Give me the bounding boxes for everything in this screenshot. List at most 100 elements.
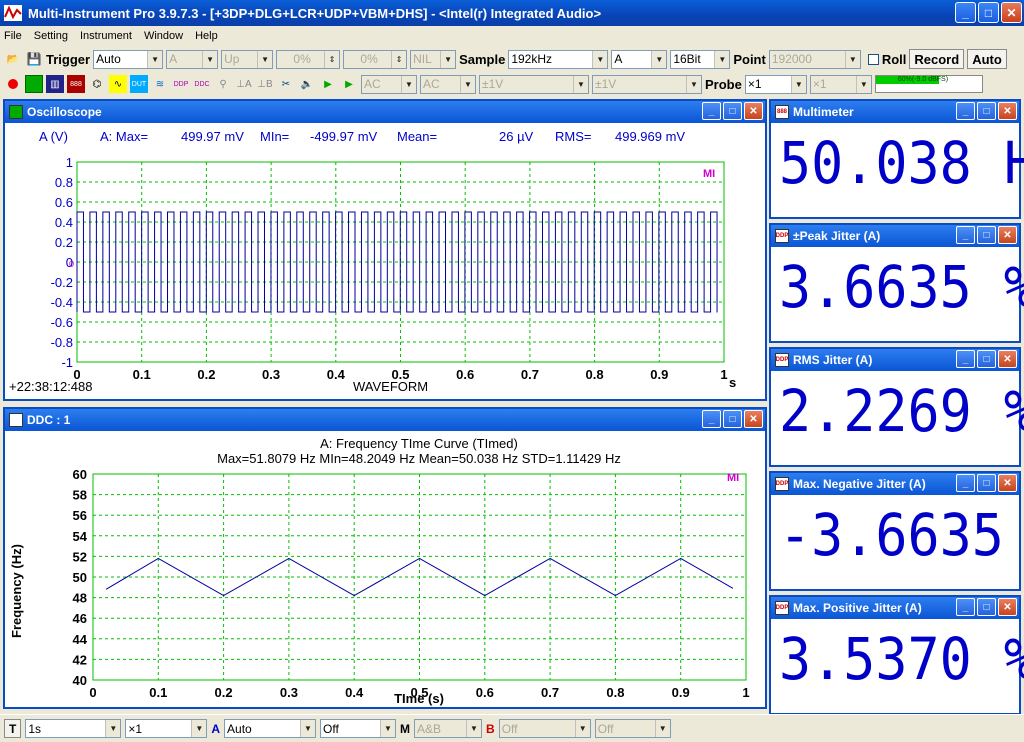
channel-select[interactable]: A ▼ <box>611 49 668 69</box>
menu-instrument[interactable]: Instrument <box>80 30 132 42</box>
spectrum-analyzer-icon[interactable]: ▥ <box>46 75 64 93</box>
phase-plot-icon[interactable]: ⌬ <box>88 75 106 93</box>
auto-button[interactable]: Auto <box>967 49 1007 69</box>
b-mode-select[interactable]: Off ▼ <box>498 719 591 738</box>
nil-select[interactable]: NIL ▼ <box>410 49 457 69</box>
meter-close-button[interactable]: ✕ <box>998 350 1017 368</box>
tools-icon[interactable]: ✂ <box>277 75 295 93</box>
timebase-select[interactable]: 1s ▼ <box>25 719 122 738</box>
ddc-title-bar[interactable]: DDC : 1 _ □ ✕ <box>5 409 765 431</box>
play-step-icon[interactable]: ▶ <box>340 75 358 93</box>
probe-a-select[interactable]: ×1 ▼ <box>744 74 807 94</box>
meter-minimize-button[interactable]: _ <box>956 102 975 120</box>
window-title-bar[interactable]: Multi-Instrument Pro 3.9.7.3 - [+3DP+DLG… <box>0 0 1024 26</box>
trigger-edge-select[interactable]: Up ▼ <box>221 49 274 69</box>
record-dot-icon[interactable] <box>4 75 22 93</box>
ddc-icon[interactable]: DDC <box>193 75 211 93</box>
meter-close-button[interactable]: ✕ <box>998 102 1017 120</box>
meter-maximize-button[interactable]: □ <box>977 474 996 492</box>
trigger-level-spinner[interactable]: 0% ⇕ <box>276 49 341 69</box>
a-offset-select[interactable]: Off ▼ <box>320 719 397 738</box>
meter-maximize-button[interactable]: □ <box>977 350 996 368</box>
ddp-icon[interactable]: DDP <box>172 75 190 93</box>
signal-generator-icon[interactable]: ∿ <box>109 75 127 93</box>
ddc-close-button[interactable]: ✕ <box>744 410 763 428</box>
zoom-select[interactable]: ×1 ▼ <box>125 719 208 738</box>
trigger-channel-select[interactable]: A ▼ <box>166 49 219 69</box>
osc-x-unit: s <box>729 375 736 390</box>
minimize-button[interactable]: _ <box>955 2 976 23</box>
oscilloscope-title-bar[interactable]: Oscilloscope _ □ ✕ <box>5 101 765 123</box>
menu-help[interactable]: Help <box>195 30 218 42</box>
menu-window[interactable]: Window <box>144 30 183 42</box>
trigger-delay-spinner[interactable]: 0% ⇕ <box>343 49 408 69</box>
point-select[interactable]: 192000 ▼ <box>768 49 861 69</box>
meter-window-icon: DDP <box>775 229 789 243</box>
meter-title: ±Peak Jitter (A) <box>793 229 881 243</box>
t-button[interactable]: T <box>4 719 22 738</box>
meter-minimize-button[interactable]: _ <box>956 350 975 368</box>
meter-title-bar[interactable]: DDP ±Peak Jitter (A) _ □ ✕ <box>771 225 1019 247</box>
osc-zero-marker[interactable]: 0 <box>69 259 74 269</box>
probe-b-select[interactable]: ×1 ▼ <box>809 74 872 94</box>
ddc-minimize-button[interactable]: _ <box>702 410 721 428</box>
osc-x-tick-label: 0.6 <box>456 367 474 382</box>
trigger-mode-select[interactable]: Auto ▼ <box>93 49 164 69</box>
sample-rate-select[interactable]: 192kHz ▼ <box>508 49 609 69</box>
oscilloscope-minimize-button[interactable]: _ <box>702 102 721 120</box>
meter-window-icon: DDP <box>775 601 789 615</box>
sweep-icon[interactable]: ≋ <box>151 75 169 93</box>
osc-x-tick-label: 1 <box>720 367 727 382</box>
ddc-maximize-button[interactable]: □ <box>723 410 742 428</box>
meter-maximize-button[interactable]: □ <box>977 226 996 244</box>
a-mode-select[interactable]: Auto ▼ <box>224 719 317 738</box>
coupling-a-select[interactable]: AC ▼ <box>361 74 417 94</box>
menu-bar: File Setting Instrument Window Help <box>0 26 1024 45</box>
meter-close-button[interactable]: ✕ <box>998 598 1017 616</box>
menu-file[interactable]: File <box>4 30 22 42</box>
maximize-button[interactable]: □ <box>978 2 999 23</box>
b-offset-select[interactable]: Off ▼ <box>594 719 671 738</box>
cursor-a-icon[interactable]: ⊥A <box>235 75 253 93</box>
play-icon[interactable]: ▶ <box>319 75 337 93</box>
oscilloscope-icon[interactable] <box>25 75 43 93</box>
ddc-y-tick-label: 58 <box>73 488 87 503</box>
ddc-y-tick-label: 48 <box>73 591 87 606</box>
save-icon[interactable]: 💾 <box>25 50 43 68</box>
osc-y-tick-label: 0.8 <box>55 175 73 190</box>
cursor-b-icon[interactable]: ⊥B <box>256 75 274 93</box>
oscilloscope-window-icon <box>9 105 23 119</box>
meter-title: RMS Jitter (A) <box>793 353 873 367</box>
multimeter-icon[interactable]: 888 <box>67 75 85 93</box>
dso-icon[interactable]: DUT <box>130 75 148 93</box>
meter-title-bar[interactable]: 888 Multimeter _ □ ✕ <box>771 101 1019 123</box>
menu-setting[interactable]: Setting <box>34 30 68 42</box>
oscilloscope-close-button[interactable]: ✕ <box>744 102 763 120</box>
record-button[interactable]: Record <box>909 49 965 69</box>
meter-title-bar[interactable]: DDP Max. Positive Jitter (A) _ □ ✕ <box>771 597 1019 619</box>
speaker-icon[interactable]: 🔈 <box>298 75 316 93</box>
m-label: M <box>400 721 411 736</box>
ddc-plot[interactable]: A: Frequency TIme Curve (TImed) Max=51.8… <box>5 431 765 707</box>
close-button[interactable]: ✕ <box>1001 2 1022 23</box>
oscilloscope-plot[interactable]: A (V) A: Max= 499.97 mV MIn= -499.97 mV … <box>5 123 765 399</box>
coupling-b-select[interactable]: AC ▼ <box>420 74 476 94</box>
range-b-select[interactable]: ±1V ▼ <box>592 74 702 94</box>
probe-icon[interactable]: ⚲ <box>214 75 232 93</box>
open-folder-icon[interactable]: 📂 <box>4 50 22 68</box>
meter-maximize-button[interactable]: □ <box>977 598 996 616</box>
meter-minimize-button[interactable]: _ <box>956 474 975 492</box>
meter-minimize-button[interactable]: _ <box>956 598 975 616</box>
meter-minimize-button[interactable]: _ <box>956 226 975 244</box>
roll-checkbox[interactable] <box>867 53 879 65</box>
oscilloscope-maximize-button[interactable]: □ <box>723 102 742 120</box>
meter-close-button[interactable]: ✕ <box>998 474 1017 492</box>
meter-close-button[interactable]: ✕ <box>998 226 1017 244</box>
m-mode-select[interactable]: A&B ▼ <box>414 719 483 738</box>
meter-maximize-button[interactable]: □ <box>977 102 996 120</box>
meter-title-bar[interactable]: DDP Max. Negative Jitter (A) _ □ ✕ <box>771 473 1019 495</box>
meter-title-bar[interactable]: DDP RMS Jitter (A) _ □ ✕ <box>771 349 1019 371</box>
ddc-y-label: Frequency (Hz) <box>9 544 24 638</box>
bit-depth-select[interactable]: 16Bit ▼ <box>670 49 731 69</box>
range-a-select[interactable]: ±1V ▼ <box>479 74 589 94</box>
